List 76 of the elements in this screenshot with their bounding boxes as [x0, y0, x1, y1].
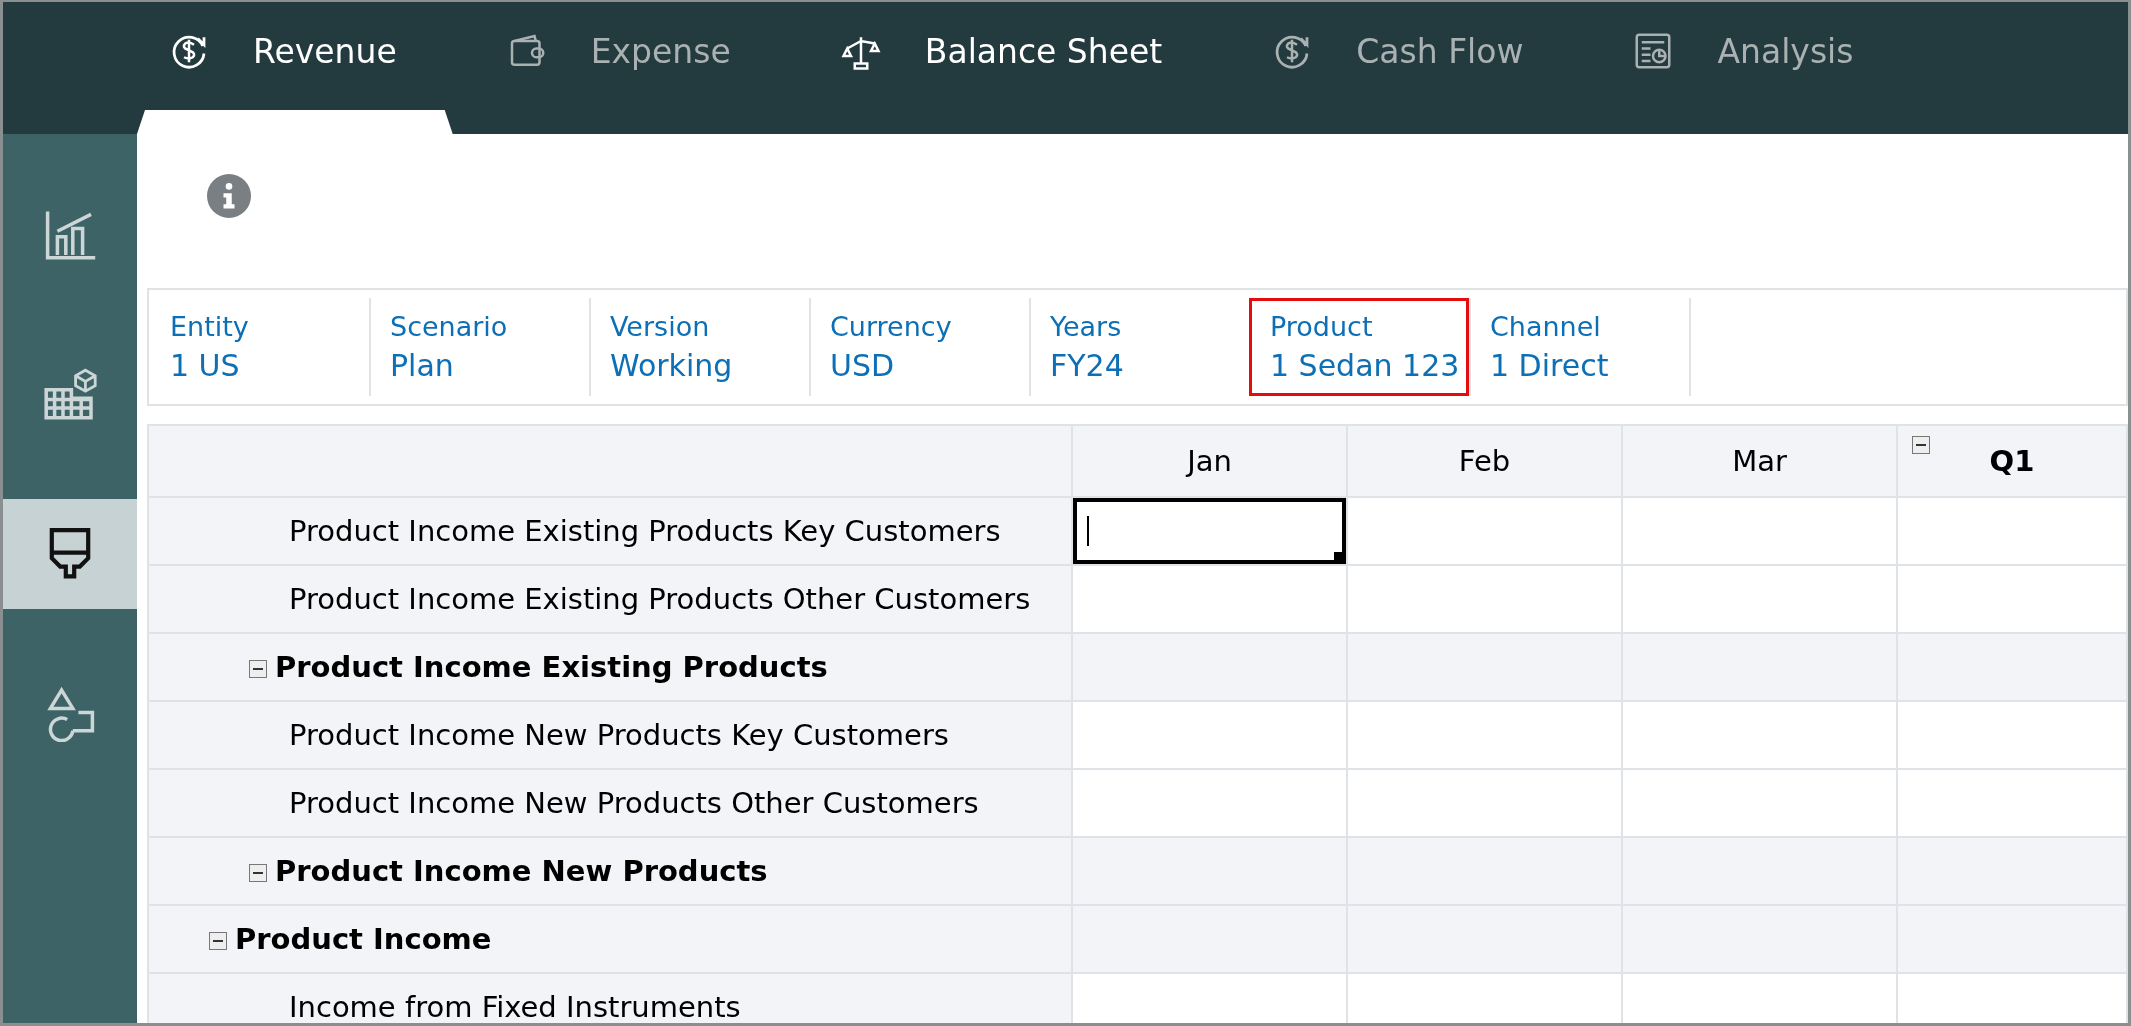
- data-cell[interactable]: [1347, 633, 1622, 701]
- data-cell[interactable]: [1072, 905, 1347, 973]
- collapse-icon[interactable]: [249, 660, 267, 678]
- data-cell[interactable]: [1897, 633, 2127, 701]
- data-cell[interactable]: [1622, 701, 1897, 769]
- data-cell[interactable]: [1072, 565, 1347, 633]
- pov-selector[interactable]: Entity 1 US: [149, 298, 369, 396]
- data-cell[interactable]: [1622, 973, 1897, 1023]
- data-cell[interactable]: [1347, 769, 1622, 837]
- nav-tab[interactable]: Balance Sheet: [808, 2, 1219, 134]
- data-cell[interactable]: [1897, 701, 2127, 769]
- text-cursor-icon: [1087, 516, 1089, 546]
- member-value: 1 US: [170, 348, 241, 383]
- pov-selector[interactable]: Channel 1 Direct: [1469, 298, 1689, 396]
- data-cell[interactable]: [1622, 565, 1897, 633]
- data-cell[interactable]: [1897, 769, 2127, 837]
- data-cell[interactable]: [1897, 905, 2127, 973]
- member-value: Plan: [390, 348, 455, 383]
- column-label: Jan: [1187, 444, 1232, 478]
- data-cell[interactable]: [1622, 837, 1897, 905]
- data-cell[interactable]: [1072, 837, 1347, 905]
- row-label: Product Income: [235, 922, 492, 956]
- row-label: Product Income New Products: [275, 854, 768, 888]
- grid-cube-icon: [42, 366, 98, 422]
- data-cell[interactable]: [1072, 497, 1347, 565]
- member-value: Working: [610, 348, 734, 383]
- dimension-label: Entity: [170, 311, 250, 342]
- data-cell[interactable]: [1347, 905, 1622, 973]
- row-label: Product Income New Products Key Customers: [289, 718, 949, 752]
- pov-selector[interactable]: Years FY24: [1029, 298, 1249, 396]
- pov-selector[interactable]: Product 1 Sedan 123: [1249, 298, 1469, 396]
- report-chart-icon: [1633, 31, 1674, 71]
- data-cell[interactable]: [1347, 497, 1622, 565]
- pov-selector[interactable]: Version Working: [589, 298, 809, 396]
- data-cell[interactable]: [1072, 633, 1347, 701]
- pov-selector[interactable]: Currency USD: [809, 298, 1029, 396]
- dimension-label: Currency: [830, 311, 953, 342]
- member-value: 1 Direct: [1490, 348, 1610, 383]
- data-cell[interactable]: [1072, 769, 1347, 837]
- data-cell[interactable]: [1622, 905, 1897, 973]
- column-label: Mar: [1732, 444, 1787, 478]
- data-cell[interactable]: [1622, 497, 1897, 565]
- row-label: Product Income New Products Other Customers: [289, 786, 979, 820]
- collapse-icon[interactable]: [209, 932, 227, 950]
- row-label: Product Income Existing Products Key Customers: [289, 514, 1001, 548]
- collapse-icon[interactable]: [1912, 436, 1930, 454]
- pov-selector[interactable]: Scenario Plan: [369, 298, 589, 396]
- row-label: Product Income Existing Products: [275, 650, 828, 684]
- data-cell[interactable]: [1897, 565, 2127, 633]
- row-label: Product Income Existing Products Other Customers: [289, 582, 1031, 616]
- info-icon[interactable]: [207, 174, 251, 218]
- data-cell[interactable]: [1622, 633, 1897, 701]
- dimension-label: Channel: [1490, 311, 1602, 342]
- data-cell[interactable]: [1347, 701, 1622, 769]
- row-label: Income from Fixed Instruments: [289, 990, 741, 1023]
- member-value: FY24: [1050, 348, 1125, 383]
- collapse-icon[interactable]: [249, 864, 267, 882]
- sidebar-item[interactable]: [3, 499, 137, 609]
- dimension-label: Version: [610, 311, 711, 342]
- data-cell[interactable]: [1347, 565, 1622, 633]
- data-cell[interactable]: [1622, 769, 1897, 837]
- dimension-label: Scenario: [390, 311, 509, 342]
- data-cell[interactable]: [1897, 837, 2127, 905]
- nav-tab[interactable]: Revenue: [137, 2, 453, 134]
- column-label: Q1: [1989, 444, 2035, 478]
- data-cell[interactable]: [1897, 497, 2127, 565]
- member-value: 1 Sedan 123: [1270, 348, 1461, 383]
- member-value: USD: [830, 348, 896, 383]
- data-cell[interactable]: [1072, 973, 1347, 1023]
- dimension-label: Product: [1270, 311, 1374, 342]
- data-cell[interactable]: [1897, 973, 2127, 1023]
- data-cell[interactable]: [1072, 701, 1347, 769]
- data-cell[interactable]: [1347, 837, 1622, 905]
- column-label: Feb: [1458, 444, 1511, 478]
- data-cell[interactable]: [1347, 973, 1622, 1023]
- dimension-label: Years: [1050, 311, 1123, 342]
